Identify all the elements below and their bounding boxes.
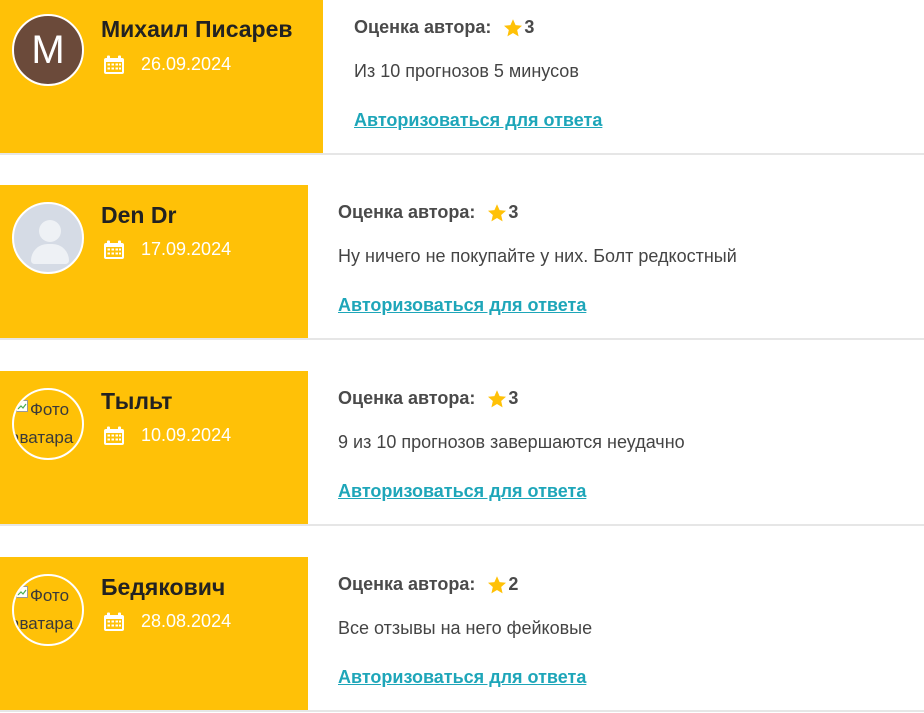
rating-label: Оценка автора: [338, 574, 476, 594]
review-date-text: 28.08.2024 [141, 611, 232, 631]
review-text: Ну ничего не покупайте у них. Болт редко… [338, 246, 737, 266]
author-name: Михаил Писарев [101, 16, 293, 42]
review-divider [0, 338, 924, 340]
author-panel: Фото аватара Бедякович 28.08.2024 [0, 557, 308, 710]
author-name: Den Dr [101, 202, 177, 228]
author-name: Тыльт [101, 388, 173, 414]
star-icon [504, 18, 523, 36]
star-icon [488, 203, 507, 221]
review-content: Оценка автора: 2 Все отзывы на него фейк… [308, 557, 924, 710]
review-date: 26.09.2024 [103, 54, 231, 75]
rating-value: 3 [508, 388, 519, 408]
avatar: М [12, 14, 84, 86]
authorize-to-reply-link[interactable]: Авторизоваться для ответа [338, 481, 586, 502]
avatar-alt-text: аватара [12, 614, 74, 633]
rating-value: 3 [508, 202, 519, 222]
review-date: 10.09.2024 [103, 425, 231, 446]
default-user-icon [39, 220, 61, 242]
authorize-to-reply-link[interactable]: Авторизоваться для ответа [354, 110, 602, 131]
rating-label: Оценка автора: [338, 202, 476, 222]
review-divider [0, 710, 924, 712]
calendar-icon [104, 426, 124, 445]
review-date: 28.08.2024 [103, 611, 231, 632]
review-text: Все отзывы на него фейковые [338, 618, 593, 638]
review-content: Оценка автора: 3 Из 10 прогнозов 5 минус… [323, 0, 924, 153]
avatar: Фото аватара [12, 388, 84, 460]
avatar-alt-text: Фото [30, 400, 70, 419]
avatar: Фото аватара [12, 574, 84, 646]
review-card: Фото аватара Бедякович 28.08.2024 Оценка… [0, 557, 924, 710]
review-card: Фото аватара Тыльт 10.09.2024 Оценка авт… [0, 371, 924, 524]
rating-label: Оценка автора: [338, 388, 476, 408]
review-date-text: 10.09.2024 [141, 425, 232, 445]
author-rating: Оценка автора: 3 [338, 202, 518, 223]
rating-label: Оценка автора: [354, 17, 492, 37]
review-content: Оценка автора: 3 Ну ничего не покупайте … [308, 185, 924, 338]
broken-image-icon [16, 586, 28, 598]
review-content: Оценка автора: 3 9 из 10 прогнозов завер… [308, 371, 924, 524]
star-icon [488, 575, 507, 593]
review-divider [0, 153, 924, 155]
review-card: М Михаил Писарев 26.09.2024 Оценка автор… [0, 0, 924, 153]
author-rating: Оценка автора: 3 [338, 388, 518, 409]
avatar-letter: М [31, 27, 65, 72]
authorize-to-reply-link[interactable]: Авторизоваться для ответа [338, 667, 586, 688]
avatar-alt-text: аватара [12, 428, 74, 447]
review-card: Den Dr 17.09.2024 Оценка автора: 3 Ну ни… [0, 185, 924, 338]
rating-value: 3 [524, 17, 535, 37]
calendar-icon [104, 240, 124, 259]
calendar-icon [104, 55, 124, 74]
broken-image-icon [16, 400, 28, 412]
review-divider [0, 524, 924, 526]
review-date: 17.09.2024 [103, 239, 231, 260]
authorize-to-reply-link[interactable]: Авторизоваться для ответа [338, 295, 586, 316]
avatar-alt-text: Фото [30, 586, 70, 605]
review-text: Из 10 прогнозов 5 минусов [354, 61, 579, 81]
author-panel: Den Dr 17.09.2024 [0, 185, 308, 338]
star-icon [488, 389, 507, 407]
review-text: 9 из 10 прогнозов завершаются неудачно [338, 432, 685, 452]
review-date-text: 17.09.2024 [141, 239, 232, 259]
author-rating: Оценка автора: 2 [338, 574, 518, 595]
author-rating: Оценка автора: 3 [354, 17, 534, 38]
avatar [12, 202, 84, 274]
author-panel: М Михаил Писарев 26.09.2024 [0, 0, 323, 153]
calendar-icon [104, 612, 124, 631]
review-date-text: 26.09.2024 [141, 54, 232, 74]
author-name: Бедякович [101, 574, 226, 600]
rating-value: 2 [508, 574, 519, 594]
author-panel: Фото аватара Тыльт 10.09.2024 [0, 371, 308, 524]
